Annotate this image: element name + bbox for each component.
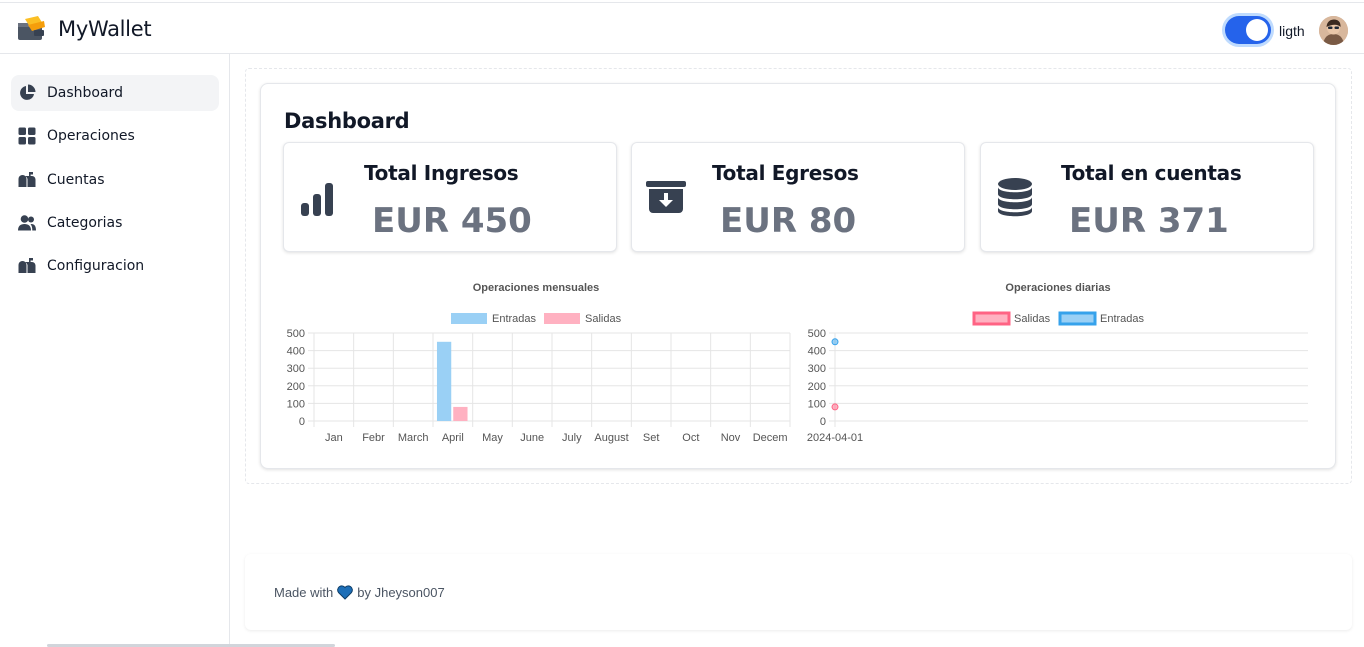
brand[interactable]: MyWallet bbox=[16, 15, 152, 43]
chart-title: Operaciones mensuales bbox=[473, 282, 600, 294]
x-tick-label: March bbox=[398, 432, 429, 444]
x-tick-label: Febr bbox=[362, 432, 385, 444]
y-tick-label: 400 bbox=[287, 346, 305, 358]
user-avatar[interactable] bbox=[1319, 16, 1348, 45]
chart-title: Operaciones diarias bbox=[1005, 282, 1110, 294]
app-name: MyWallet bbox=[58, 17, 152, 41]
stat-card-egresos: Total Egresos EUR 80 bbox=[631, 142, 965, 252]
y-tick-label: 300 bbox=[808, 363, 826, 375]
y-tick-label: 500 bbox=[287, 328, 305, 340]
daily-chart: Operaciones diarias Salidas Entradas 0 100 20… bbox=[802, 278, 1316, 450]
stat-value: EUR 450 bbox=[372, 201, 532, 241]
x-tick-label: Jan bbox=[325, 432, 343, 444]
pie-chart-icon bbox=[20, 84, 36, 100]
legend-label: Entradas bbox=[492, 313, 537, 325]
heart-icon bbox=[337, 585, 354, 600]
sidebar-item-cuentas[interactable]: Cuentas bbox=[11, 162, 219, 198]
grid-icon bbox=[18, 127, 36, 145]
x-tick-label: May bbox=[482, 432, 503, 444]
stat-label: Total Egresos bbox=[712, 161, 859, 185]
x-tick-label: Decem bbox=[753, 432, 788, 444]
database-icon bbox=[998, 178, 1032, 217]
sidebar-item-configuracion[interactable]: Configuracion bbox=[11, 248, 219, 284]
legend-swatch bbox=[972, 311, 1011, 326]
theme-toggle[interactable] bbox=[1225, 16, 1271, 44]
legend-label: Salidas bbox=[1014, 313, 1051, 325]
wallet-logo-icon bbox=[18, 16, 45, 40]
toggle-knob bbox=[1246, 19, 1268, 41]
monthly-chart-svg: Operaciones mensuales Entradas Salidas 0 100… bbox=[287, 282, 791, 444]
footer-credit: Made with by Jheyson007 bbox=[274, 585, 445, 600]
legend-label: Salidas bbox=[585, 313, 622, 325]
footer-prefix: Made with bbox=[274, 585, 334, 600]
legend-swatch bbox=[1058, 311, 1097, 326]
y-tick-label: 0 bbox=[299, 416, 305, 428]
legend-swatch bbox=[451, 313, 487, 324]
stat-card-cuentas: Total en cuentas EUR 371 bbox=[980, 142, 1314, 252]
page-title: Dashboard bbox=[284, 109, 410, 133]
sidebar-item-label: Dashboard bbox=[47, 85, 123, 101]
legend-swatch bbox=[544, 313, 580, 324]
point-salidas bbox=[831, 403, 839, 411]
y-tick-label: 100 bbox=[287, 398, 305, 410]
y-tick-label: 100 bbox=[808, 398, 826, 410]
x-tick-label: June bbox=[520, 432, 544, 444]
x-tick-label: Oct bbox=[682, 432, 699, 444]
bar-entradas bbox=[436, 341, 452, 421]
stat-label: Total Ingresos bbox=[364, 161, 519, 185]
stat-card-ingresos: Total Ingresos EUR 450 bbox=[283, 142, 617, 252]
sidebar-item-label: Cuentas bbox=[47, 172, 105, 188]
monthly-chart: Operaciones mensuales Entradas Salidas 0 100… bbox=[280, 278, 800, 450]
sidebar-item-categorias[interactable]: Categorias bbox=[11, 205, 219, 241]
archive-download-icon bbox=[646, 181, 686, 213]
mailbox-icon bbox=[18, 258, 36, 273]
y-tick-label: 200 bbox=[808, 381, 826, 393]
footer: Made with by Jheyson007 bbox=[245, 554, 1352, 630]
point-entradas bbox=[831, 338, 839, 346]
y-tick-label: 500 bbox=[808, 328, 826, 340]
mailbox-icon bbox=[18, 172, 36, 187]
sidebar: Dashboard Operaciones Cuentas Categorias bbox=[0, 54, 230, 647]
y-tick-label: 300 bbox=[287, 363, 305, 375]
legend-label: Entradas bbox=[1100, 313, 1145, 325]
stat-label: Total en cuentas bbox=[1061, 161, 1242, 185]
bar-salidas bbox=[453, 406, 468, 421]
users-icon bbox=[18, 215, 36, 231]
x-tick-label: August bbox=[594, 432, 628, 444]
theme-label: ligth bbox=[1279, 23, 1305, 39]
y-tick-label: 200 bbox=[287, 381, 305, 393]
x-tick-label: July bbox=[562, 432, 582, 444]
y-tick-label: 0 bbox=[820, 416, 826, 428]
x-tick-label: Nov bbox=[721, 432, 741, 444]
daily-chart-svg: Operaciones diarias Salidas Entradas 0 100 20… bbox=[807, 282, 1308, 444]
stat-value: EUR 80 bbox=[720, 201, 857, 241]
sidebar-item-label: Operaciones bbox=[47, 128, 135, 144]
sidebar-item-operaciones[interactable]: Operaciones bbox=[11, 118, 219, 154]
x-tick-label: Set bbox=[643, 432, 660, 444]
stat-value: EUR 371 bbox=[1069, 201, 1229, 241]
sidebar-item-label: Configuracion bbox=[47, 258, 145, 274]
sidebar-item-label: Categorias bbox=[47, 215, 123, 231]
bar-chart-icon bbox=[301, 183, 333, 216]
x-tick-label: 2024-04-01 bbox=[807, 432, 863, 444]
y-tick-label: 400 bbox=[808, 346, 826, 358]
footer-suffix: by Jheyson007 bbox=[357, 585, 445, 600]
top-bar: MyWallet ligth bbox=[0, 2, 1364, 54]
sidebar-item-dashboard[interactable]: Dashboard bbox=[11, 75, 219, 111]
avatar-image bbox=[1319, 16, 1348, 45]
x-tick-label: April bbox=[442, 432, 464, 444]
